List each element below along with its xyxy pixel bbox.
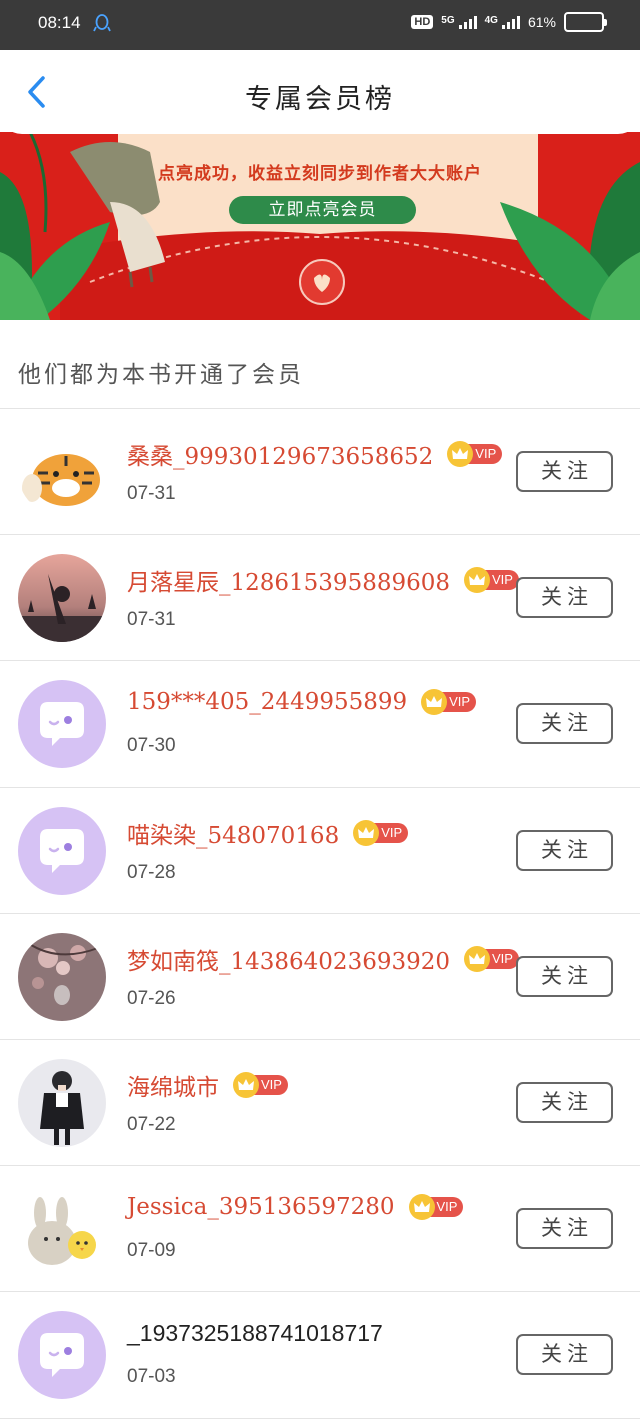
follow-button[interactable]: 关注 [516, 1334, 613, 1376]
avatar[interactable] [18, 1311, 106, 1400]
member-row[interactable]: _1937325188741018717 07-03 关注 [0, 1292, 640, 1419]
status-time: 08:14 [38, 13, 81, 32]
avatar[interactable] [18, 806, 106, 895]
banner-message: 点亮成功，收益立刻同步到作者大大账户 [158, 164, 482, 184]
nav-bar: 专属会员榜 [0, 50, 640, 134]
promo-banner[interactable]: 点亮成功，收益立刻同步到作者大大账户 立即点亮会员 [0, 132, 640, 320]
member-row[interactable]: 桑桑_99930129673658652 VIP 07-31 关注 [0, 409, 640, 536]
avatar[interactable] [18, 1058, 106, 1147]
status-indicators: HD 5G 4G 61% [411, 12, 607, 32]
member-date: 07-03 [127, 1366, 176, 1388]
member-name-line: Jessica_395136597280 VIP [127, 1194, 464, 1221]
follow-button[interactable]: 关注 [516, 955, 613, 997]
member-row[interactable]: 梦如南筏_143864023693920 VIP 07-26 关注 [0, 914, 640, 1040]
member-name[interactable]: 梦如南筏_143864023693920 [127, 942, 450, 976]
follow-button[interactable]: 关注 [516, 1208, 613, 1250]
member-row[interactable]: Jessica_395136597280 VIP 07-09 关注 [0, 1166, 640, 1293]
member-row[interactable]: 月落星辰_128615395889608 VIP 07-31 关注 [0, 535, 640, 662]
member-name-line: 喵染染_548070168 VIP [127, 816, 409, 850]
follow-button[interactable]: 关注 [516, 577, 613, 619]
vip-badge: VIP [464, 945, 519, 972]
battery-icon [564, 12, 607, 32]
member-list: 桑桑_99930129673658652 VIP 07-31 关注 月落星辰_128… [0, 409, 640, 1419]
member-date: 07-30 [127, 735, 176, 757]
vip-badge: VIP [447, 441, 503, 467]
member-name-line: 海绵城市 VIP [127, 1068, 288, 1102]
vip-badge: VIP [464, 567, 519, 594]
member-row[interactable]: 喵染染_548070168 VIP 07-28 关注 [0, 788, 640, 914]
crown-icon [353, 819, 380, 846]
member-date: 07-09 [127, 1240, 176, 1262]
vip-badge: VIP [408, 1194, 464, 1221]
activate-member-button[interactable]: 立即点亮会员 [229, 196, 416, 224]
signal-5g-icon: 5G [441, 14, 477, 29]
net-label-4g: 4G [484, 14, 498, 26]
vip-badge: VIP [233, 1071, 288, 1098]
follow-button[interactable]: 关注 [516, 829, 613, 871]
member-name-line: 桑桑_99930129673658652 VIP [127, 437, 503, 471]
crown-icon [464, 567, 490, 594]
follow-button[interactable]: 关注 [516, 703, 613, 745]
member-row[interactable]: 159***405_2449955899 VIP 07-30 关注 [0, 661, 640, 788]
follow-button[interactable]: 关注 [516, 451, 613, 492]
member-date: 07-22 [127, 1113, 176, 1135]
follow-button[interactable]: 关注 [516, 1081, 613, 1123]
avatar[interactable] [18, 554, 106, 643]
avatar[interactable] [18, 680, 106, 769]
avatar[interactable] [18, 428, 106, 516]
avatar[interactable] [18, 932, 106, 1021]
member-name-line: _1937325188741018717 [127, 1320, 383, 1347]
member-name[interactable]: Jessica_395136597280 [127, 1194, 395, 1220]
member-name-line: 月落星辰_128615395889608 VIP [127, 563, 519, 597]
member-date: 07-26 [127, 987, 176, 1009]
page-title: 专属会员榜 [245, 84, 395, 115]
member-name[interactable]: 喵染染_548070168 [127, 816, 339, 850]
signal-4g-icon: 4G [484, 14, 520, 29]
section-title: 他们都为本书开通了会员 [18, 362, 304, 388]
hd-badge: HD [411, 15, 434, 29]
member-name[interactable]: _1937325188741018717 [127, 1320, 383, 1347]
crown-icon [408, 1194, 435, 1221]
battery-percent: 61% [527, 14, 556, 30]
member-name-line: 梦如南筏_143864023693920 VIP [127, 942, 519, 976]
member-name-line: 159***405_2449955899 VIP [127, 689, 477, 716]
member-name[interactable]: 海绵城市 [127, 1068, 219, 1102]
member-name[interactable]: 桑桑_99930129673658652 [127, 437, 433, 471]
member-row[interactable]: 海绵城市 VIP 07-22 关注 [0, 1040, 640, 1167]
qq-icon [93, 14, 111, 32]
crown-icon [233, 1071, 259, 1098]
member-date: 07-31 [127, 483, 176, 504]
member-date: 07-28 [127, 861, 176, 883]
vip-badge: VIP [421, 689, 477, 716]
member-name[interactable]: 159***405_2449955899 [127, 689, 407, 715]
avatar[interactable] [18, 1185, 106, 1274]
vip-badge: VIP [353, 819, 409, 846]
member-date: 07-31 [127, 609, 176, 631]
member-name[interactable]: 月落星辰_128615395889608 [127, 563, 450, 597]
net-label-5g: 5G [441, 14, 455, 26]
crown-icon [464, 945, 490, 972]
status-bar: 08:14 HD 5G 4G 61% [0, 0, 640, 50]
